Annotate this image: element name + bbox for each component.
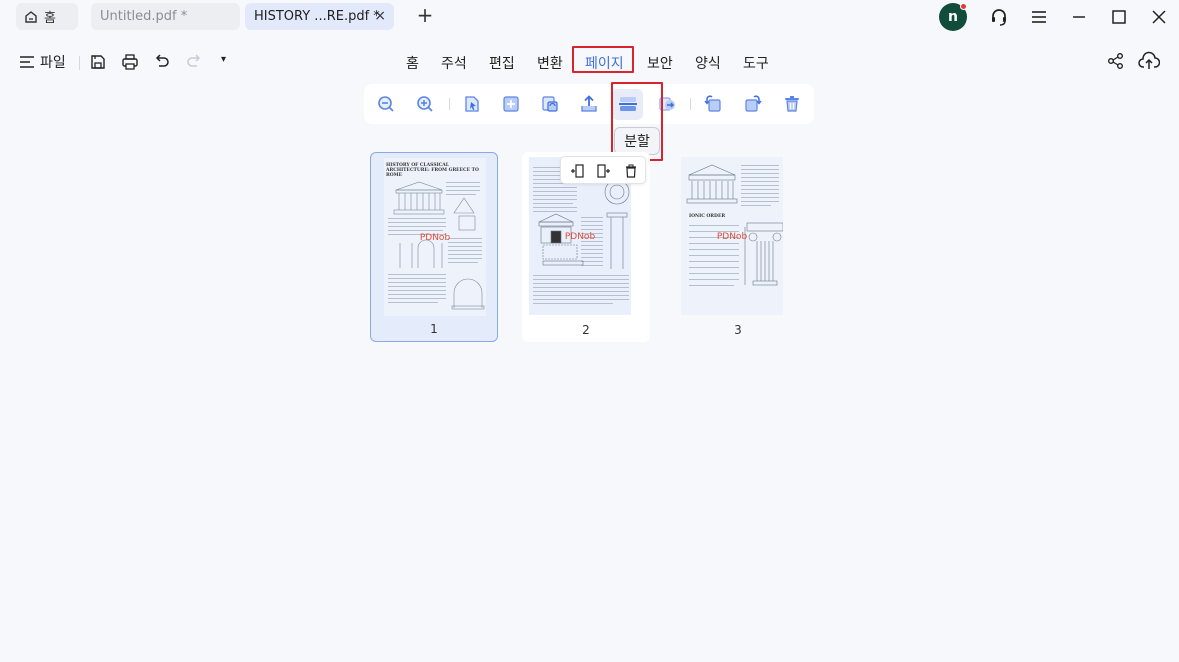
select-page-icon[interactable] [462, 94, 482, 114]
extract-page-icon[interactable] [579, 94, 599, 114]
tab-home[interactable]: 홈 [16, 3, 78, 30]
notification-dot [960, 3, 967, 10]
save-icon[interactable] [88, 52, 108, 72]
page-number-3: 3 [734, 323, 742, 337]
nav-comment[interactable]: 주석 [441, 53, 467, 73]
tools-divider [690, 98, 691, 110]
share-icon[interactable] [1107, 52, 1125, 74]
insert-after-icon[interactable] [596, 163, 612, 179]
tab-home-label: 홈 [44, 11, 56, 26]
rotate-left-icon[interactable] [703, 94, 723, 114]
maximize-icon[interactable] [1108, 6, 1130, 28]
tab-untitled[interactable]: Untitled.pdf * [91, 3, 240, 30]
page-1-watermark: PDNob [419, 233, 451, 243]
home-icon [25, 10, 37, 23]
page-3-preview: IONIC ORDER PDNob [681, 157, 783, 315]
zoom-out-icon[interactable] [376, 94, 396, 114]
file-menu-button[interactable]: 파일 [20, 52, 66, 72]
page-menu-highlight [572, 46, 634, 73]
toolbar-divider [79, 56, 80, 70]
menu-icon[interactable] [1028, 6, 1050, 28]
zoom-in-icon[interactable] [415, 94, 435, 114]
nav-form[interactable]: 양식 [695, 53, 721, 73]
nav-home[interactable]: 홈 [406, 53, 419, 73]
page-hover-toolbar [560, 156, 646, 184]
rotate-right-icon[interactable] [743, 94, 763, 114]
nav-convert[interactable]: 변환 [537, 53, 563, 73]
file-menu-label: 파일 [40, 55, 66, 71]
insert-before-icon[interactable] [569, 163, 585, 179]
page-number-2: 2 [582, 323, 590, 337]
page-thumbnail-3[interactable]: IONIC ORDER PDNob 3 [674, 152, 802, 342]
nav-tools[interactable]: 도구 [743, 53, 769, 73]
page-1-preview: HISTORY OF CLASSICAL ARCHITECTURE: FROM … [384, 158, 486, 316]
add-tab-button[interactable]: + [414, 5, 436, 27]
page-2-watermark: PDNob [564, 232, 596, 242]
tab-untitled-label: Untitled.pdf * [100, 9, 188, 24]
avatar-initial: n [948, 9, 958, 25]
tab-history-pdf[interactable]: HISTORY ...RE.pdf * × [245, 3, 394, 30]
trash-icon[interactable] [623, 163, 639, 179]
support-icon[interactable] [988, 6, 1010, 28]
page-number-1: 1 [430, 322, 438, 336]
insert-page-icon[interactable] [501, 94, 521, 114]
close-window-icon[interactable] [1148, 6, 1170, 28]
print-icon[interactable] [120, 52, 140, 72]
quick-access-dropdown[interactable]: ▾ [221, 54, 226, 65]
nav-security[interactable]: 보안 [647, 53, 673, 73]
avatar[interactable]: n [939, 3, 967, 31]
replace-page-icon[interactable] [540, 94, 560, 114]
page-3-watermark: PDNob [716, 232, 748, 242]
cloud-upload-icon[interactable] [1138, 51, 1161, 75]
title-bar: 홈 Untitled.pdf * HISTORY ...RE.pdf * × +… [0, 0, 1179, 34]
minimize-icon[interactable] [1068, 6, 1090, 28]
tab-history-label: HISTORY ...RE.pdf * [254, 9, 380, 24]
split-tooltip: 분할 [614, 127, 660, 155]
undo-icon[interactable] [152, 52, 172, 72]
tools-divider [449, 98, 450, 110]
hamburger-icon [20, 56, 34, 68]
close-tab-icon[interactable]: × [374, 8, 386, 24]
page-thumbnail-1[interactable]: HISTORY OF CLASSICAL ARCHITECTURE: FROM … [370, 152, 498, 342]
delete-page-icon[interactable] [782, 94, 802, 114]
nav-edit[interactable]: 편집 [489, 53, 515, 73]
redo-icon[interactable] [184, 52, 204, 72]
